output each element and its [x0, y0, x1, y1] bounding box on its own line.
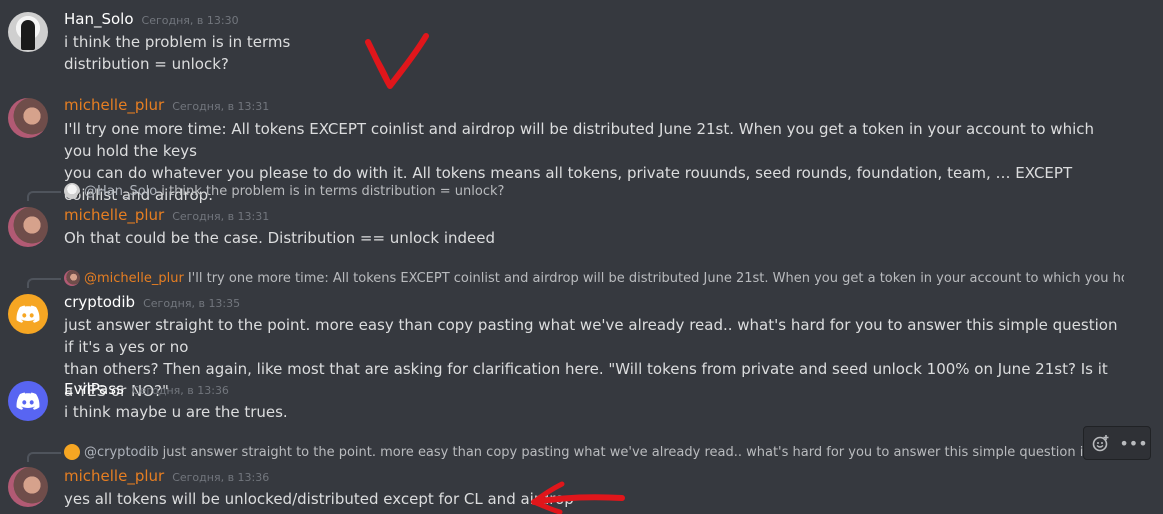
reply-spine	[27, 278, 61, 288]
more-options-icon[interactable]: •••	[1119, 431, 1147, 455]
message-content: i think maybe u are the trues.	[64, 401, 1119, 423]
reply-preview[interactable]: @Han_Solo i think the problem is in term…	[64, 183, 964, 199]
timestamp: Сегодня, в 13:36	[131, 384, 229, 397]
message-content: i think the problem is in terms distribu…	[64, 31, 1119, 75]
author-name[interactable]: cryptodib	[64, 293, 135, 311]
discord-default-avatar-orange[interactable]	[8, 294, 48, 334]
michelle-avatar[interactable]	[8, 98, 48, 138]
timestamp: Сегодня, в 13:36	[172, 471, 270, 484]
timestamp: Сегодня, в 13:30	[141, 14, 239, 27]
reply-mention[interactable]: @michelle_plur	[84, 271, 184, 286]
reply-preview[interactable]: @cryptodib just answer straight to the p…	[64, 444, 1084, 460]
author-name[interactable]: michelle_plur	[64, 96, 164, 114]
timestamp: Сегодня, в 13:31	[172, 100, 270, 113]
message-line: I'll try one more time: All tokens EXCEP…	[64, 120, 1095, 160]
author-name[interactable]: Han_Solo	[64, 10, 134, 28]
timestamp: Сегодня, в 13:35	[143, 297, 241, 310]
author-name[interactable]: michelle_plur	[64, 206, 164, 224]
red-annotation-arrow-down	[365, 33, 429, 89]
reply-text: just answer straight to the point. more …	[162, 444, 1084, 460]
add-reaction-icon	[1092, 435, 1108, 452]
discord-logo-icon	[16, 305, 40, 323]
message-line: i think the problem is in terms	[64, 33, 291, 51]
red-annotation-arrow-left	[531, 481, 625, 514]
reply-avatar-icon	[64, 444, 80, 460]
message-line: distribution = unlock?	[64, 55, 229, 73]
message-line: i think maybe u are the trues.	[64, 403, 288, 421]
timestamp: Сегодня, в 13:31	[172, 210, 270, 223]
reply-avatar-icon	[64, 183, 80, 199]
author-name[interactable]: EvilPass	[64, 380, 124, 398]
message-content: Oh that could be the case. Distribution …	[64, 227, 1119, 249]
message-line: Oh that could be the case. Distribution …	[64, 229, 496, 247]
discord-default-avatar-blue[interactable]	[8, 381, 48, 421]
michelle-avatar[interactable]	[8, 467, 48, 507]
message-line: just answer straight to the point. more …	[64, 316, 1118, 356]
michelle-avatar[interactable]	[8, 207, 48, 247]
reply-text: i think the problem is in terms distribu…	[161, 183, 505, 199]
han-solo-avatar[interactable]	[8, 12, 48, 52]
reply-text: I'll try one more time: All tokens EXCEP…	[187, 270, 1124, 286]
reply-avatar-icon	[64, 270, 80, 286]
reply-preview[interactable]: @michelle_plur I'll try one more time: A…	[64, 270, 1124, 286]
reply-spine	[27, 191, 61, 201]
message-hover-toolbar: •••	[1083, 426, 1151, 460]
reply-mention[interactable]: @Han_Solo	[84, 184, 157, 199]
author-name[interactable]: michelle_plur	[64, 467, 164, 485]
add-reaction-icon[interactable]	[1089, 431, 1113, 455]
chat-messages: Han_Solo Сегодня, в 13:30 i think the pr…	[0, 0, 1163, 514]
discord-logo-icon	[16, 392, 40, 410]
reply-spine	[27, 452, 61, 462]
reply-mention[interactable]: @cryptodib	[84, 445, 159, 460]
